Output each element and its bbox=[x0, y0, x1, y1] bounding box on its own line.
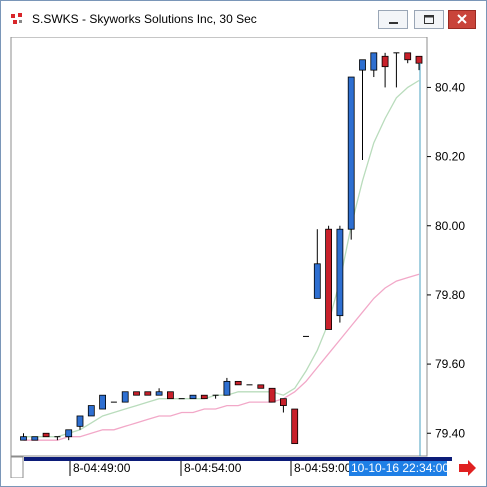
candle-body bbox=[325, 228, 333, 330]
candle-body bbox=[291, 408, 299, 445]
minimize-icon bbox=[389, 22, 398, 24]
candle bbox=[87, 405, 95, 417]
candle bbox=[144, 391, 152, 396]
candle-body bbox=[42, 432, 50, 438]
candle-body bbox=[76, 415, 84, 427]
candle bbox=[133, 391, 140, 396]
scroll-right-arrow-icon[interactable] bbox=[459, 460, 476, 476]
candle-body bbox=[31, 436, 39, 441]
candle-body bbox=[347, 76, 355, 230]
candle-body bbox=[87, 405, 95, 417]
candle bbox=[31, 436, 39, 441]
candlestick-chart[interactable]: 80.40 80.20 80.00 79.80 79.60 79.40 8-04:49:0… bbox=[9, 36, 479, 479]
candle-body bbox=[144, 391, 152, 396]
candle-body bbox=[223, 380, 231, 396]
close-icon bbox=[457, 14, 467, 24]
candle-body bbox=[404, 52, 412, 61]
candle-body bbox=[234, 380, 242, 386]
candle-body bbox=[20, 436, 27, 441]
cursor-time-label: 10-10-16 22:34:00 bbox=[351, 461, 449, 475]
x-tick-label: 8-04:59:00 bbox=[294, 461, 352, 475]
candle-body bbox=[381, 55, 389, 68]
maximize-icon bbox=[424, 15, 434, 24]
candle bbox=[189, 394, 197, 400]
maximize-button[interactable] bbox=[414, 10, 444, 29]
candle bbox=[200, 394, 208, 400]
title-bar[interactable]: S.SWKS - Skyworks Solutions Inc, 30 Sec bbox=[1, 1, 486, 37]
y-tick-label: 79.60 bbox=[435, 357, 465, 371]
candle-body bbox=[133, 391, 140, 396]
candle-body bbox=[121, 391, 129, 403]
candle bbox=[268, 387, 276, 403]
candle bbox=[325, 225, 333, 330]
candle-body bbox=[189, 394, 197, 400]
x-tick-label: 8-04:54:00 bbox=[184, 461, 242, 475]
y-tick-label: 79.40 bbox=[435, 426, 465, 440]
chart-window: S.SWKS - Skyworks Solutions Inc, 30 Sec … bbox=[0, 0, 487, 487]
candle-body bbox=[313, 263, 321, 299]
plot-frame bbox=[10, 36, 428, 457]
y-tick-label: 80.40 bbox=[435, 80, 465, 94]
candle-body bbox=[336, 228, 344, 317]
candle-body bbox=[155, 391, 163, 396]
candle-body bbox=[415, 55, 423, 64]
candle bbox=[257, 384, 265, 389]
candle bbox=[291, 408, 299, 445]
plot-area bbox=[10, 36, 428, 457]
candle bbox=[336, 225, 344, 323]
window-title: S.SWKS - Skyworks Solutions Inc, 30 Sec bbox=[32, 12, 257, 26]
app-icon bbox=[11, 13, 22, 24]
candle-body bbox=[65, 429, 73, 438]
scroll-box bbox=[10, 456, 24, 479]
candle bbox=[99, 394, 106, 410]
candle bbox=[42, 432, 50, 438]
candle-body bbox=[257, 384, 265, 389]
x-axis: 8-04:49:00 8-04:54:00 8-04:59:00 10-10-16 2… bbox=[10, 456, 476, 479]
candle bbox=[166, 391, 174, 400]
candle bbox=[234, 380, 242, 386]
y-axis: 80.40 80.20 80.00 79.80 79.60 79.40 bbox=[427, 80, 465, 440]
y-tick-label: 80.00 bbox=[435, 219, 465, 233]
y-tick-label: 79.80 bbox=[435, 288, 465, 302]
candle-body bbox=[200, 394, 208, 400]
candle-body bbox=[370, 52, 378, 71]
candle-body bbox=[359, 59, 366, 71]
candle-body bbox=[166, 391, 174, 400]
candle-body bbox=[99, 394, 106, 410]
x-tick-label: 8-04:49:00 bbox=[73, 461, 131, 475]
minimize-button[interactable] bbox=[378, 10, 408, 29]
candle-body bbox=[279, 398, 287, 406]
candle-body bbox=[268, 387, 276, 403]
candle bbox=[121, 391, 129, 403]
y-tick-label: 80.20 bbox=[435, 150, 465, 164]
candle bbox=[347, 76, 355, 240]
chart-panel[interactable]: 80.40 80.20 80.00 79.80 79.60 79.40 8-04:49:0… bbox=[9, 36, 479, 479]
close-button[interactable] bbox=[448, 10, 476, 29]
